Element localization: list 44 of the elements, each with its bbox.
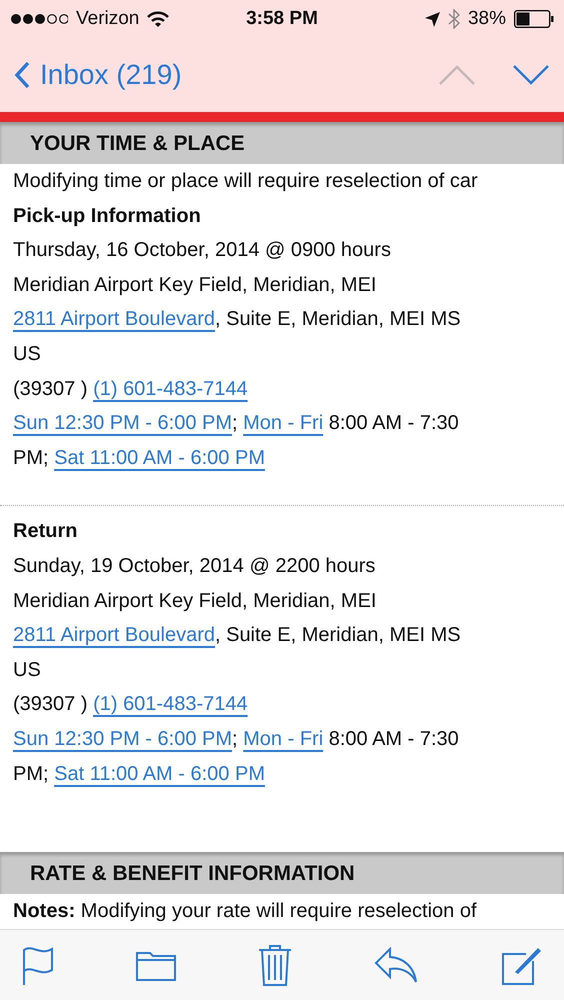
trash-icon[interactable] bbox=[258, 944, 292, 986]
folder-icon[interactable] bbox=[136, 949, 176, 981]
clock-text: 3:58 PM bbox=[246, 8, 318, 30]
info-line: PM; Sat 11:00 AM - 6:00 PM bbox=[13, 446, 266, 471]
info-line: (39307 ) (1) 601-483-7144 bbox=[13, 376, 249, 402]
reply-icon[interactable] bbox=[374, 947, 418, 983]
bluetooth-icon bbox=[448, 9, 460, 29]
info-line: (39307 ) (1) 601-483-7144 bbox=[13, 692, 249, 718]
text-link[interactable]: Sat 11:00 AM - 6:00 PM bbox=[54, 762, 265, 784]
text-link[interactable]: (1) 601-483-7144 bbox=[93, 693, 248, 716]
section-header: RATE & BENEFIT INFORMATION bbox=[0, 852, 564, 894]
carrier-text: Verizon bbox=[76, 8, 140, 30]
text-link[interactable]: 2811 Airport Boulevard bbox=[13, 308, 215, 330]
info-line: Notes: Modifying your rate will require reselection of bbox=[13, 899, 478, 924]
text-link[interactable]: Sun 12:30 PM - 6:00 PM bbox=[13, 412, 232, 434]
info-line: Sun 12:30 PM - 6:00 PM; Mon - Fri 8:00 AM - 7:30 bbox=[13, 726, 460, 752]
text-link[interactable]: Mon - Fri bbox=[243, 728, 324, 750]
info-line: Meridian Airport Key Field, Meridian, MEI bbox=[13, 588, 378, 614]
section-header: YOUR TIME & PLACE bbox=[0, 122, 564, 164]
chevron-left-icon bbox=[14, 61, 30, 89]
info-line: 2811 Airport Boulevard, Suite E, Meridian, MEI MS bbox=[13, 307, 462, 332]
signal-icon bbox=[10, 13, 68, 25]
wifi-icon bbox=[147, 11, 170, 27]
info-line: Thursday, 16 October, 2014 @ 0900 hours bbox=[13, 238, 392, 264]
location-arrow-icon bbox=[424, 12, 440, 26]
text-link[interactable]: (1) 601-483-7144 bbox=[93, 378, 248, 400]
subheading: Pick-up Information bbox=[13, 204, 202, 229]
info-line: 2811 Airport Boulevard, Suite E, Meridian, MEI MS bbox=[13, 623, 462, 648]
battery-percent: 38% bbox=[468, 8, 506, 30]
info-line: Sunday, 19 October, 2014 @ 2200 hours bbox=[13, 554, 376, 579]
next-message-button[interactable] bbox=[512, 64, 550, 86]
info-line: Modifying time or place will require reselection of car bbox=[13, 169, 479, 194]
back-button[interactable]: Inbox (219) bbox=[14, 59, 182, 91]
subheading: Return bbox=[13, 519, 78, 544]
info-line: US bbox=[13, 658, 42, 683]
text-link[interactable]: 2811 Airport Boulevard bbox=[13, 624, 215, 646]
text-link[interactable]: Mon - Fri bbox=[243, 412, 324, 434]
info-line: PM; Sat 11:00 AM - 6:00 PM bbox=[13, 762, 266, 786]
info-line: US bbox=[13, 342, 42, 367]
battery-icon bbox=[514, 10, 554, 28]
info-line: Meridian Airport Key Field, Meridian, MEI bbox=[13, 272, 378, 298]
info-line: Sun 12:30 PM - 6:00 PM; Mon - Fri 8:00 AM - 7:30 bbox=[13, 411, 460, 436]
text-link[interactable]: Sat 11:00 AM - 6:00 PM bbox=[54, 446, 265, 469]
text-link[interactable]: Sun 12:30 PM - 6:00 PM bbox=[13, 728, 232, 750]
